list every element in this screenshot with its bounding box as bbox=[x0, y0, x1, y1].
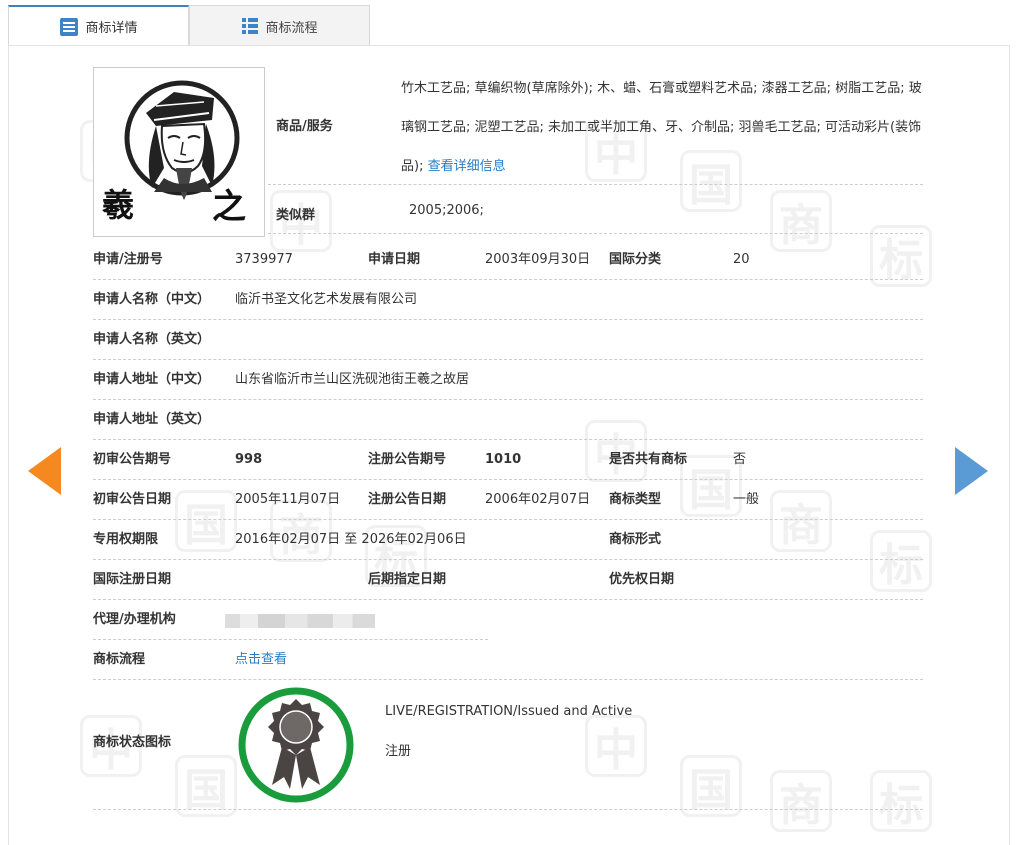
registration-row: 申请/注册号 3739977 申请日期 2003年09月30日 国际分类 20 bbox=[93, 240, 923, 280]
goods-label: 商品/服务 bbox=[276, 119, 333, 134]
address-cn-value: 山东省临沂市兰山区洗砚池街王羲之故居 bbox=[235, 372, 470, 387]
reg-no-value: 3739977 bbox=[235, 252, 293, 267]
list-icon bbox=[59, 17, 79, 37]
similar-group-label: 类似群 bbox=[276, 208, 316, 223]
intl-row: 国际注册日期 后期指定日期 优先权日期 bbox=[93, 560, 923, 600]
prev-arrow-icon[interactable] bbox=[28, 447, 61, 495]
shared-label: 是否共有商标 bbox=[609, 452, 688, 467]
agent-value-blurred bbox=[225, 614, 375, 628]
trademark-form-label: 商标形式 bbox=[609, 532, 662, 547]
similar-group-row: 类似群 2005;2006; bbox=[268, 194, 923, 234]
status-en: LIVE/REGISTRATION/Issued and Active bbox=[385, 704, 633, 719]
term-label: 专用权期限 bbox=[93, 532, 159, 547]
registered-ribbon-icon bbox=[238, 687, 354, 803]
address-cn-row: 申请人地址（中文） 山东省临沂市兰山区洗砚池街王羲之故居 bbox=[93, 360, 923, 400]
intl-class-label: 国际分类 bbox=[609, 252, 662, 267]
portrait-illustration: 羲 之 bbox=[102, 80, 246, 227]
process-view-link[interactable]: 点击查看 bbox=[235, 640, 287, 680]
tab-label: 商标流程 bbox=[265, 20, 318, 36]
grid-icon bbox=[241, 17, 259, 35]
goods-text: 竹木工艺品; 草编织物(草席除外); 木、蜡、石膏或塑料艺术品; 漆器工艺品; … bbox=[401, 69, 926, 186]
publication-date-row: 初审公告日期 2005年11月07日 注册公告日期 2006年02月07日 商标… bbox=[93, 480, 923, 520]
view-details-link[interactable]: 查看详细信息 bbox=[428, 159, 506, 174]
prelim-pub-no-label: 初审公告期号 bbox=[93, 452, 172, 467]
apply-date-value: 2003年09月30日 bbox=[485, 252, 591, 267]
address-en-label: 申请人地址（英文） bbox=[93, 412, 211, 427]
reg-pub-date-label: 注册公告日期 bbox=[368, 492, 447, 507]
prelim-pub-date-value: 2005年11月07日 bbox=[235, 492, 341, 507]
divider bbox=[268, 184, 923, 185]
logo-char-right: 之 bbox=[212, 187, 246, 227]
applicant-cn-value: 临沂书圣文化艺术发展有限公司 bbox=[235, 292, 418, 307]
status-row: 商标状态图标 LIVE/REGISTRATION/Issued and Acti… bbox=[93, 680, 923, 810]
process-row: 商标流程 点击查看 bbox=[93, 640, 923, 680]
applicant-cn-label: 申请人名称（中文） bbox=[93, 292, 211, 307]
later-designation-label: 后期指定日期 bbox=[368, 572, 447, 587]
shared-value: 否 bbox=[733, 452, 747, 467]
status-label: 商标状态图标 bbox=[93, 735, 172, 750]
tab-bar: 商标详情 商标流程 bbox=[8, 5, 370, 46]
intl-class-value: 20 bbox=[733, 252, 750, 267]
prelim-pub-date-label: 初审公告日期 bbox=[93, 492, 172, 507]
reg-no-label: 申请/注册号 bbox=[93, 252, 163, 267]
priority-date-label: 优先权日期 bbox=[609, 572, 675, 587]
applicant-en-row: 申请人名称（英文） bbox=[93, 320, 923, 360]
process-label: 商标流程 bbox=[93, 652, 146, 667]
applicant-en-label: 申请人名称（英文） bbox=[93, 332, 211, 347]
trademark-type-label: 商标类型 bbox=[609, 492, 662, 507]
term-value: 2016年02月07日 至 2026年02月06日 bbox=[235, 532, 467, 547]
reg-pub-no-label: 注册公告期号 bbox=[368, 452, 447, 467]
prelim-pub-no-value: 998 bbox=[235, 452, 263, 467]
status-cn: 注册 bbox=[385, 744, 412, 759]
publication-row: 初审公告期号 998 注册公告期号 1010 是否共有商标 否 bbox=[93, 440, 923, 480]
tab-label: 商标详情 bbox=[85, 21, 138, 36]
address-cn-label: 申请人地址（中文） bbox=[93, 372, 211, 387]
address-en-row: 申请人地址（英文） bbox=[93, 400, 923, 440]
agent-row: 代理/办理机构 bbox=[93, 600, 488, 640]
agent-label: 代理/办理机构 bbox=[93, 612, 176, 627]
logo-char-left: 羲 bbox=[102, 186, 134, 224]
next-arrow-icon[interactable] bbox=[955, 447, 988, 495]
trademark-type-value: 一般 bbox=[733, 492, 760, 507]
reg-pub-no-value: 1010 bbox=[485, 452, 522, 467]
term-row: 专用权期限 2016年02月07日 至 2026年02月06日 商标形式 bbox=[93, 520, 923, 560]
intl-reg-date-label: 国际注册日期 bbox=[93, 572, 172, 587]
trademark-image: 羲 之 bbox=[93, 67, 265, 237]
apply-date-label: 申请日期 bbox=[368, 252, 421, 267]
reg-pub-date-value: 2006年02月07日 bbox=[485, 492, 591, 507]
similar-group-value: 2005;2006; bbox=[409, 203, 484, 218]
applicant-cn-row: 申请人名称（中文） 临沂书圣文化艺术发展有限公司 bbox=[93, 280, 923, 320]
tab-trademark-process[interactable]: 商标流程 bbox=[189, 5, 370, 46]
tab-trademark-details[interactable]: 商标详情 bbox=[8, 5, 189, 46]
